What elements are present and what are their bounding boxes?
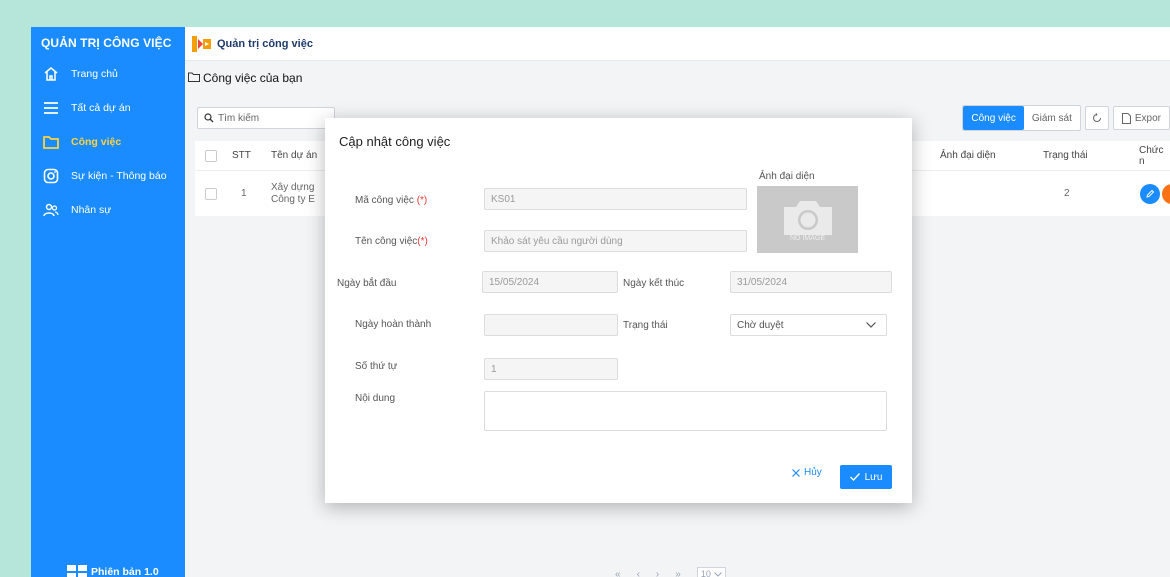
end-date-label: Ngày kết thúc bbox=[623, 278, 685, 289]
brand-title[interactable]: Quản trị công việc bbox=[217, 38, 313, 50]
export-label: Expor bbox=[1134, 112, 1161, 124]
order-field[interactable]: 1 bbox=[484, 358, 618, 380]
code-label: Mã công việc (*) bbox=[355, 195, 428, 206]
header-actions: Chức n bbox=[1139, 144, 1164, 167]
refresh-button[interactable] bbox=[1084, 106, 1109, 130]
end-date-field[interactable]: 31/05/2024 bbox=[730, 271, 892, 293]
done-date-field[interactable] bbox=[484, 314, 618, 336]
pagination: « ‹ › » 10 bbox=[615, 567, 726, 577]
toolbar: Công việc Giám sát Expor bbox=[962, 105, 1170, 131]
sidebar-item-label: Nhân sự bbox=[71, 204, 112, 216]
sidebar-item-staff[interactable]: Nhân sự bbox=[31, 196, 185, 224]
save-label: Lưu bbox=[864, 471, 883, 483]
content-label: Nội dung bbox=[355, 393, 396, 404]
check-icon bbox=[849, 473, 860, 481]
version-badge: Phiên bản 1.0 bbox=[67, 565, 159, 577]
page-title-text: Công việc của bạn bbox=[203, 71, 303, 85]
chevron-down-icon bbox=[713, 571, 722, 577]
row-checkbox[interactable] bbox=[205, 187, 217, 200]
page-size-value: 10 bbox=[700, 569, 711, 577]
sidebar-item-all-projects[interactable]: Tất cả dự án bbox=[31, 94, 185, 122]
update-task-modal: Cập nhật công việc Ảnh đại diện NO IMAGE… bbox=[325, 118, 912, 503]
start-date-label: Ngày bắt đầu bbox=[337, 278, 397, 289]
tab-work[interactable]: Công việc bbox=[963, 106, 1024, 130]
page-title: Công việc của bạn bbox=[188, 71, 302, 85]
delete-button[interactable] bbox=[1162, 183, 1170, 204]
prev-page-button[interactable]: ‹ bbox=[637, 569, 640, 577]
search-placeholder: Tìm kiếm bbox=[218, 112, 260, 124]
cell-project-line2: Công ty E bbox=[271, 193, 315, 205]
status-value: Chờ duyệt bbox=[737, 319, 784, 331]
cancel-label: Hủy bbox=[804, 467, 822, 478]
order-label: Số thứ tự bbox=[355, 361, 398, 372]
modal-title: Cập nhật công việc bbox=[339, 134, 451, 149]
start-date-field[interactable]: 15/05/2024 bbox=[482, 271, 618, 293]
instagram-icon bbox=[41, 166, 61, 186]
file-icon bbox=[1121, 112, 1131, 124]
next-page-button[interactable]: › bbox=[656, 569, 659, 577]
view-toggle: Công việc Giám sát bbox=[962, 105, 1081, 131]
sidebar-item-label: Sự kiện - Thông báo bbox=[71, 170, 167, 182]
avatar-placeholder: NO IMAGE bbox=[789, 235, 825, 242]
header-avatar[interactable]: Ảnh đại diện bbox=[940, 141, 996, 170]
sidebar-item-label: Trang chủ bbox=[71, 68, 118, 80]
folder-outline-icon bbox=[188, 71, 200, 85]
avatar-label: Ảnh đại diện bbox=[759, 171, 815, 182]
select-all-checkbox[interactable] bbox=[205, 149, 217, 162]
windows-icon bbox=[67, 565, 87, 577]
save-button[interactable]: Lưu bbox=[840, 465, 892, 489]
search-icon bbox=[204, 113, 214, 123]
cell-stt: 1 bbox=[241, 188, 247, 199]
refresh-icon bbox=[1092, 113, 1101, 122]
tab-monitor[interactable]: Giám sát bbox=[1023, 106, 1080, 130]
chevron-down-icon bbox=[866, 322, 876, 328]
sidebar-item-tasks[interactable]: Công việc bbox=[31, 128, 185, 156]
folder-icon bbox=[41, 132, 61, 152]
last-page-button[interactable]: » bbox=[675, 569, 681, 577]
version-label: Phiên bản 1.0 bbox=[91, 566, 159, 577]
cell-status: 2 bbox=[1064, 188, 1070, 199]
cancel-button[interactable]: Hủy bbox=[792, 467, 822, 478]
export-button[interactable]: Expor bbox=[1112, 106, 1170, 130]
avatar-image[interactable]: NO IMAGE bbox=[757, 186, 858, 253]
name-field[interactable]: Khảo sát yêu cầu người dùng bbox=[484, 230, 747, 252]
close-icon bbox=[792, 468, 800, 477]
status-label: Trạng thái bbox=[623, 320, 668, 331]
header-status[interactable]: Trạng thái bbox=[1043, 141, 1088, 170]
header-project[interactable]: Tên dự án bbox=[271, 141, 317, 170]
sidebar-title: QUẢN TRỊ CÔNG VIỆC bbox=[41, 36, 172, 50]
name-label: Tên công việc(*) bbox=[355, 236, 428, 247]
sidebar-item-label: Công việc bbox=[71, 136, 122, 148]
sidebar-item-events[interactable]: Sự kiện - Thông báo bbox=[31, 162, 185, 190]
page-size-select[interactable]: 10 bbox=[696, 567, 726, 577]
brand-logo-icon bbox=[191, 35, 213, 53]
sidebar-item-home[interactable]: Trang chủ bbox=[31, 60, 185, 88]
header-stt[interactable]: STT bbox=[232, 141, 251, 170]
edit-button[interactable] bbox=[1140, 183, 1160, 204]
pencil-icon bbox=[1146, 189, 1155, 198]
first-page-button[interactable]: « bbox=[615, 569, 621, 577]
camera-icon bbox=[783, 201, 832, 235]
content-textarea[interactable] bbox=[484, 391, 887, 431]
status-select[interactable]: Chờ duyệt bbox=[730, 314, 887, 336]
top-bar: Quản trị công việc bbox=[185, 27, 1170, 61]
menu-icon bbox=[41, 98, 61, 118]
sidebar: QUẢN TRỊ CÔNG VIỆC Trang chủ Tất cả dự á… bbox=[31, 27, 185, 577]
users-icon bbox=[41, 200, 61, 220]
search-input[interactable]: Tìm kiếm bbox=[197, 107, 335, 129]
cell-project-line1: Xây dựng bbox=[271, 181, 315, 193]
done-date-label: Ngày hoàn thành bbox=[355, 319, 432, 330]
code-field[interactable]: KS01 bbox=[484, 188, 747, 210]
sidebar-item-label: Tất cả dự án bbox=[71, 102, 131, 114]
home-icon bbox=[41, 64, 61, 84]
